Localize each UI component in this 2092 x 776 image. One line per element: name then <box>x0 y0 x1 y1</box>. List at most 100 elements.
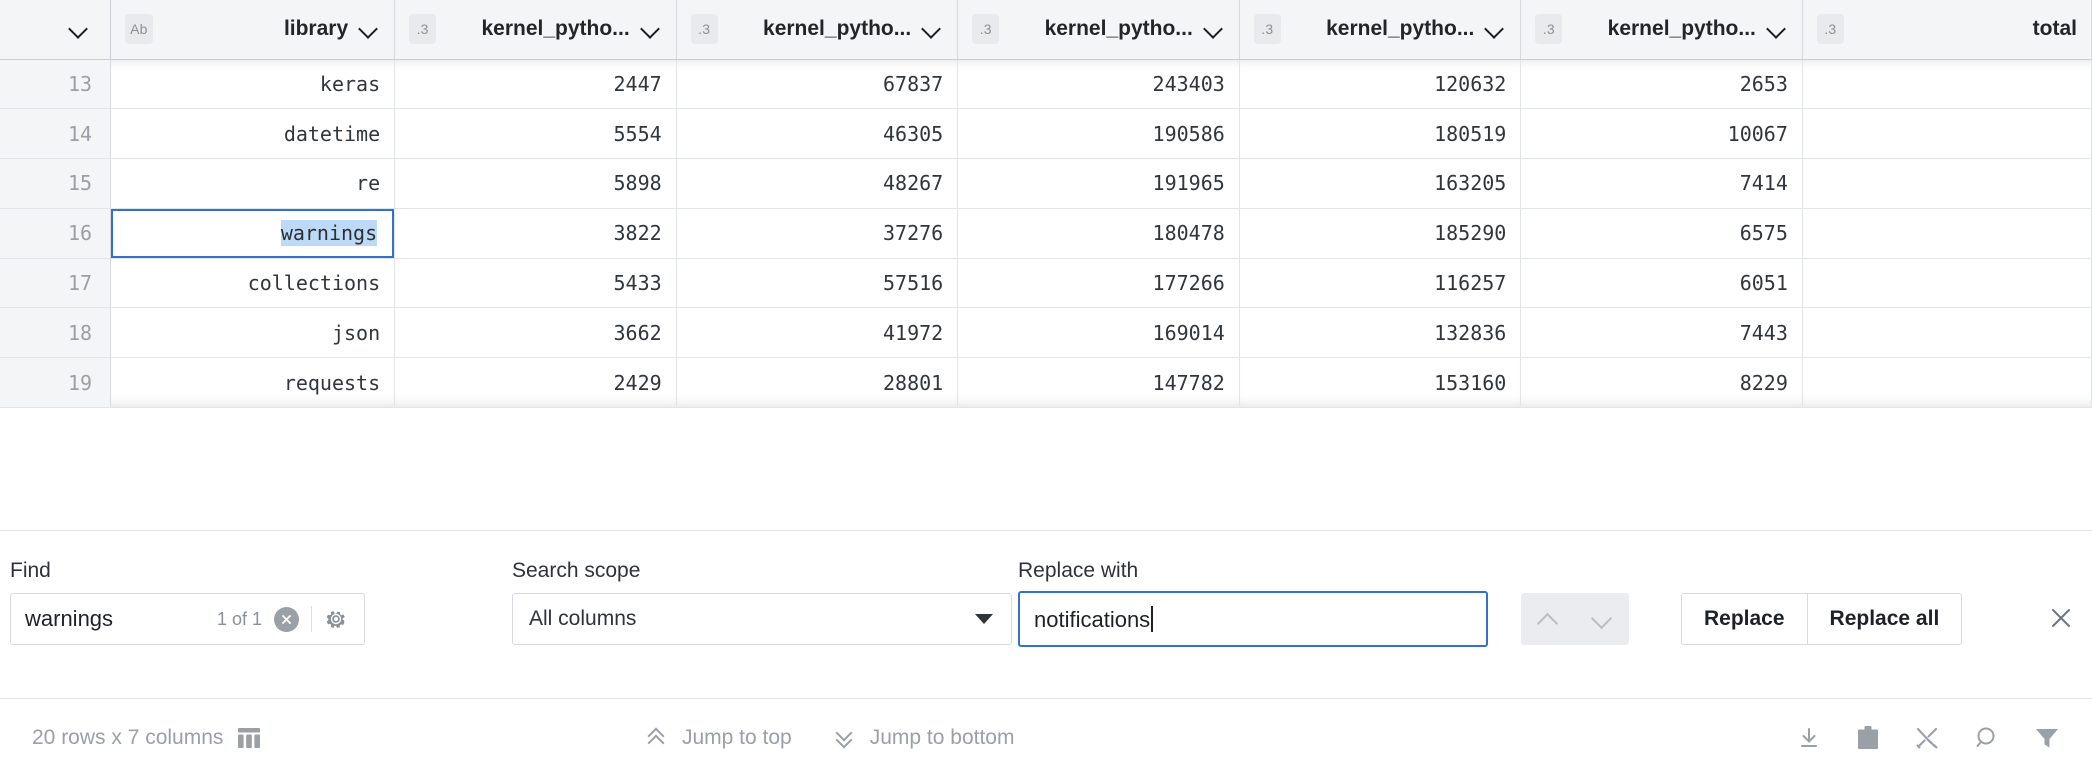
cell-total[interactable] <box>1802 308 2091 358</box>
cell-kernel-3[interactable]: 180478 <box>958 208 1240 258</box>
column-header-label: kernel_pytho... <box>1009 17 1193 41</box>
search-icon[interactable] <box>1974 725 2000 751</box>
chevron-down-icon[interactable] <box>1592 609 1612 629</box>
chevron-down-icon[interactable] <box>1203 18 1225 40</box>
cell-kernel-3[interactable]: 147782 <box>958 358 1240 408</box>
chevron-down-icon[interactable] <box>921 18 943 40</box>
cell-kernel-1[interactable]: 5554 <box>395 109 677 159</box>
find-nav-buttons[interactable] <box>1521 593 1629 645</box>
column-header-total[interactable]: .3 total <box>1802 0 2091 59</box>
cell-kernel-4[interactable]: 132836 <box>1239 308 1521 358</box>
cell-kernel-5[interactable]: 7443 <box>1521 308 1803 358</box>
column-header-kernel-4[interactable]: .3 kernel_pytho... <box>1239 0 1521 59</box>
jump-to-bottom-button[interactable]: Jump to bottom <box>836 726 1015 750</box>
cell-kernel-1[interactable]: 2447 <box>395 59 677 109</box>
chevron-down-icon[interactable] <box>68 18 90 40</box>
cell-kernel-1[interactable]: 5433 <box>395 258 677 308</box>
cell-kernel-2[interactable]: 41972 <box>676 308 958 358</box>
chevron-down-icon[interactable] <box>1766 18 1788 40</box>
cell-kernel-4[interactable]: 180519 <box>1239 109 1521 159</box>
column-header-rownum[interactable] <box>0 0 111 59</box>
column-header-kernel-1[interactable]: .3 kernel_pytho... <box>395 0 677 59</box>
cell-total[interactable] <box>1802 59 2091 109</box>
cell-kernel-2[interactable]: 46305 <box>676 109 958 159</box>
gear-icon[interactable] <box>324 607 348 631</box>
cell-library[interactable]: keras <box>111 59 395 109</box>
cell-total[interactable] <box>1802 159 2091 209</box>
cell-kernel-3[interactable]: 243403 <box>958 59 1240 109</box>
clear-circle-icon[interactable] <box>274 607 299 632</box>
search-scope-select[interactable]: All columns <box>512 593 1012 645</box>
cell-total[interactable] <box>1802 208 2091 258</box>
cell-kernel-3[interactable]: 191965 <box>958 159 1240 209</box>
column-header-library[interactable]: Ab library <box>111 0 395 59</box>
download-icon[interactable] <box>1796 725 1822 751</box>
table-row[interactable]: 13 keras 2447 67837 243403 120632 2653 <box>0 59 2092 109</box>
cell-kernel-5[interactable]: 7414 <box>1521 159 1803 209</box>
caret-down-icon[interactable] <box>975 614 993 624</box>
close-icon[interactable] <box>2044 601 2078 635</box>
data-grid-app: Ab library .3 kernel_pytho... <box>0 0 2092 776</box>
cell-library[interactable]: re <box>111 159 395 209</box>
replace-input[interactable]: notifications <box>1018 591 1488 647</box>
table-row[interactable]: 17 collections 5433 57516 177266 116257 … <box>0 258 2092 308</box>
table-body: 13 keras 2447 67837 243403 120632 2653 1… <box>0 59 2092 408</box>
replace-button-group[interactable]: Replace Replace all <box>1681 593 1962 645</box>
column-header-kernel-5[interactable]: .3 kernel_pytho... <box>1521 0 1803 59</box>
cell-kernel-4[interactable]: 116257 <box>1239 258 1521 308</box>
find-replace-bar: Find warnings 1 of 1 Search scope All co… <box>0 530 2092 698</box>
cell-kernel-2[interactable]: 28801 <box>676 358 958 408</box>
cell-library[interactable]: requests <box>111 358 395 408</box>
clipboard-icon[interactable] <box>1856 725 1880 751</box>
jump-to-top-button[interactable]: Jump to top <box>648 726 792 750</box>
chevron-down-icon[interactable] <box>640 18 662 40</box>
cell-total[interactable] <box>1802 358 2091 408</box>
cell-kernel-1[interactable]: 3822 <box>395 208 677 258</box>
cell-kernel-5[interactable]: 10067 <box>1521 109 1803 159</box>
cell-kernel-5[interactable]: 8229 <box>1521 358 1803 408</box>
cell-kernel-2[interactable]: 67837 <box>676 59 958 109</box>
cell-library[interactable]: collections <box>111 258 395 308</box>
filter-icon[interactable] <box>2034 726 2060 750</box>
table-row-selected[interactable]: 16 warnings 3822 37276 180478 185290 657… <box>0 208 2092 258</box>
selected-cell-outline[interactable]: warnings <box>111 208 395 258</box>
cell-kernel-2[interactable]: 48267 <box>676 159 958 209</box>
cell-kernel-5[interactable]: 6051 <box>1521 258 1803 308</box>
cell-kernel-1[interactable]: 2429 <box>395 358 677 408</box>
cell-kernel-3[interactable]: 177266 <box>958 258 1240 308</box>
column-header-kernel-2[interactable]: .3 kernel_pytho... <box>676 0 958 59</box>
table-row[interactable]: 19 requests 2429 28801 147782 153160 822… <box>0 358 2092 408</box>
cell-total[interactable] <box>1802 109 2091 159</box>
cell-total[interactable] <box>1802 258 2091 308</box>
cell-kernel-1[interactable]: 3662 <box>395 308 677 358</box>
table-row[interactable]: 14 datetime 5554 46305 190586 180519 100… <box>0 109 2092 159</box>
cell-kernel-2[interactable]: 37276 <box>676 208 958 258</box>
cell-kernel-4[interactable]: 163205 <box>1239 159 1521 209</box>
replace-all-button[interactable]: Replace all <box>1807 594 1962 644</box>
double-chevron-up-icon <box>648 727 668 749</box>
chevron-down-icon[interactable] <box>358 18 380 40</box>
cell-kernel-5[interactable]: 6575 <box>1521 208 1803 258</box>
tools-icon[interactable] <box>1914 725 1940 751</box>
cell-kernel-4[interactable]: 153160 <box>1239 358 1521 408</box>
replace-button[interactable]: Replace <box>1682 594 1807 644</box>
cell-library[interactable]: datetime <box>111 109 395 159</box>
row-number: 19 <box>0 358 111 408</box>
cell-kernel-1[interactable]: 5898 <box>395 159 677 209</box>
table-row[interactable]: 15 re 5898 48267 191965 163205 7414 <box>0 159 2092 209</box>
cell-kernel-5[interactable]: 2653 <box>1521 59 1803 109</box>
chevron-up-icon[interactable] <box>1538 609 1558 629</box>
data-grid[interactable]: Ab library .3 kernel_pytho... <box>0 0 2092 530</box>
cell-library[interactable]: json <box>111 308 395 358</box>
cell-kernel-2[interactable]: 57516 <box>676 258 958 308</box>
column-header-kernel-3[interactable]: .3 kernel_pytho... <box>958 0 1240 59</box>
chevron-down-icon[interactable] <box>1484 18 1506 40</box>
cell-kernel-4[interactable]: 120632 <box>1239 59 1521 109</box>
cell-kernel-4[interactable]: 185290 <box>1239 208 1521 258</box>
cell-library-selected[interactable]: warnings <box>111 208 395 258</box>
cell-kernel-3[interactable]: 169014 <box>958 308 1240 358</box>
cell-kernel-3[interactable]: 190586 <box>958 109 1240 159</box>
table-row[interactable]: 18 json 3662 41972 169014 132836 7443 <box>0 308 2092 358</box>
find-input[interactable]: warnings 1 of 1 <box>10 593 365 645</box>
columns-icon[interactable] <box>237 727 261 749</box>
